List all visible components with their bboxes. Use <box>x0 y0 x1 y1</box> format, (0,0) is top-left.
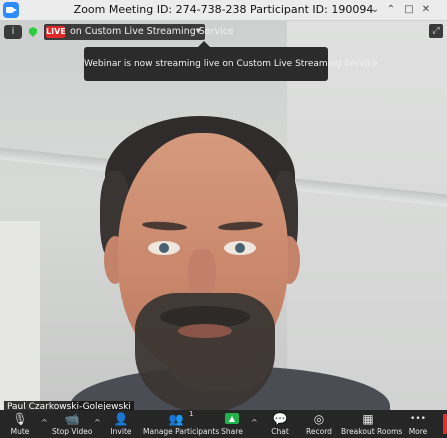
record-icon: ◎ <box>313 412 325 426</box>
more-button[interactable]: ••• More <box>404 410 432 438</box>
video-options-chevron-icon[interactable]: ^ <box>94 418 101 427</box>
share-options-chevron-icon[interactable]: ^ <box>251 418 258 427</box>
share-screen-icon: ▲ <box>225 413 239 424</box>
stop-video-button[interactable]: 📹 Stop Video <box>52 410 92 438</box>
restore-icon[interactable]: ⌃ <box>385 4 397 16</box>
live-stream-label: on Custom Live Streaming Service <box>70 26 234 37</box>
share-button[interactable]: ▲ Share <box>219 410 245 438</box>
notification-tooltip: Webinar is now streaming live on Custom … <box>84 41 378 81</box>
invite-button[interactable]: 👤 Invite <box>107 410 135 438</box>
chevron-down-icon[interactable]: ▼ <box>196 27 201 35</box>
invite-label: Invite <box>110 427 132 436</box>
zoom-window: Zoom Meeting ID: 274-738-238 Participant… <box>0 0 447 438</box>
video-camera-icon: 📹 <box>64 412 80 426</box>
close-icon[interactable]: ✕ <box>420 4 432 16</box>
more-dots-icon: ••• <box>410 414 426 424</box>
microphone-icon: 🎙 <box>12 412 28 426</box>
audio-options-chevron-icon[interactable]: ^ <box>41 418 48 427</box>
breakout-rooms-button[interactable]: ▦ Breakout Rooms <box>341 410 403 438</box>
end-meeting-button[interactable] <box>443 414 447 434</box>
grid-icon: ▦ <box>362 412 374 426</box>
participant-count: 1 <box>189 410 194 418</box>
live-badge: LIVE <box>46 26 66 38</box>
meeting-toolbar: 🎙 Mute ^ 📹 Stop Video ^ 👤 Invite 👥 1 Man… <box>0 410 447 438</box>
stop-video-label: Stop Video <box>52 427 93 436</box>
chat-button[interactable]: 💬 Chat <box>266 410 294 438</box>
record-button[interactable]: ◎ Record <box>304 410 334 438</box>
meeting-info-icon[interactable]: i <box>4 25 22 39</box>
share-label: Share <box>221 427 243 436</box>
mute-label: Mute <box>10 427 30 436</box>
minimize-icon[interactable]: ⌄ <box>369 4 381 16</box>
manage-participants-button[interactable]: 👥 1 Manage Participants <box>143 410 220 438</box>
mute-button[interactable]: 🎙 Mute <box>2 410 38 438</box>
add-person-icon: 👤 <box>113 412 129 426</box>
live-stream-status[interactable]: LIVE on Custom Live Streaming Service ▼ <box>44 24 234 40</box>
breakout-rooms-label: Breakout Rooms <box>341 427 403 436</box>
title-bar: Zoom Meeting ID: 274-738-238 Participant… <box>0 0 447 21</box>
chat-bubble-icon: 💬 <box>272 412 288 426</box>
chat-label: Chat <box>271 427 289 436</box>
maximize-icon[interactable]: □ <box>403 4 415 16</box>
fullscreen-icon[interactable]: ⤢ <box>429 24 443 38</box>
more-label: More <box>408 427 428 436</box>
record-label: Record <box>306 427 332 436</box>
manage-participants-label: Manage Participants <box>143 427 220 436</box>
participants-icon: 👥 <box>168 412 184 426</box>
